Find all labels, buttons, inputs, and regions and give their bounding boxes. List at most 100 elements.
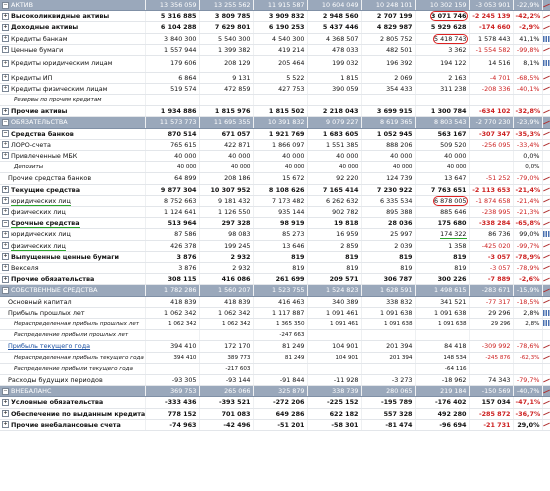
collapse-icon[interactable]: − bbox=[2, 130, 9, 138]
table-row[interactable]: + Векселя 3 876 2 932 819 819 819 819 -3 057 -78,… bbox=[0, 262, 550, 275]
trend-chart-icon[interactable] bbox=[543, 176, 550, 181]
row-icon-cell[interactable] bbox=[542, 161, 550, 174]
expand-icon[interactable]: + bbox=[2, 197, 9, 205]
table-row[interactable]: + Ценные бумаги 1 557 944 1 399 382 419 214 4… bbox=[0, 44, 550, 57]
collapse-icon[interactable]: − bbox=[2, 387, 9, 395]
row-icon-cell[interactable] bbox=[542, 83, 550, 95]
expand-icon[interactable]: + bbox=[2, 46, 9, 54]
row-icon-cell[interactable] bbox=[542, 150, 550, 163]
trend-chart-icon[interactable] bbox=[543, 209, 550, 214]
expand-icon[interactable]: + bbox=[2, 186, 9, 194]
row-icon-cell[interactable] bbox=[542, 195, 550, 207]
table-row[interactable]: + Высоколиквидные активы 5 316 885 3 809 78… bbox=[0, 10, 550, 23]
row-icon-cell[interactable] bbox=[542, 419, 550, 432]
expand-icon[interactable]: + bbox=[2, 208, 9, 216]
bar-chart-icon[interactable] bbox=[542, 35, 549, 42]
expand-icon[interactable]: + bbox=[2, 398, 9, 406]
row-icon-cell[interactable] bbox=[542, 340, 550, 353]
table-row[interactable]: − Средства банков 870 514 671 057 1 921 769 1… bbox=[0, 128, 550, 140]
row-icon-cell[interactable] bbox=[542, 352, 550, 364]
table-row[interactable]: + физических лиц 426 378 199 245 13 646 2 859… bbox=[0, 240, 550, 252]
row-icon-cell[interactable] bbox=[542, 33, 550, 45]
table-row[interactable]: + Кредиты банкам 3 840 300 5 540 300 4 540 3… bbox=[0, 33, 550, 45]
trend-chart-icon[interactable] bbox=[543, 411, 550, 416]
table-row[interactable]: + Условные обязательства -333 436 -393 521 -… bbox=[0, 396, 550, 409]
expand-icon[interactable]: + bbox=[2, 141, 9, 149]
table-row[interactable]: + Доходные активы 6 104 288 7 629 801 6 190 … bbox=[0, 21, 550, 34]
trend-chart-icon[interactable] bbox=[543, 3, 550, 8]
table-row[interactable]: + юридических лиц 8 752 663 9 181 432 7 173 … bbox=[0, 195, 550, 207]
trend-chart-icon[interactable] bbox=[543, 221, 550, 226]
trend-chart-icon[interactable] bbox=[543, 378, 550, 383]
expand-icon[interactable]: + bbox=[2, 242, 9, 250]
section-header-row[interactable]: − ВНЕБАЛАНС 369 753 265 066 325 879 338 739 28… bbox=[0, 385, 550, 398]
row-icon-cell[interactable] bbox=[542, 139, 550, 151]
row-icon-cell[interactable] bbox=[542, 44, 550, 57]
row-icon-cell[interactable] bbox=[542, 296, 550, 308]
row-icon-cell[interactable] bbox=[542, 318, 550, 331]
row-icon-cell[interactable] bbox=[542, 105, 550, 118]
row-icon-cell[interactable] bbox=[542, 116, 550, 129]
row-icon-cell[interactable] bbox=[542, 374, 550, 387]
trend-chart-icon[interactable] bbox=[543, 243, 550, 248]
row-icon-cell[interactable] bbox=[542, 307, 550, 319]
trend-chart-icon[interactable] bbox=[543, 131, 550, 136]
trend-chart-icon[interactable] bbox=[543, 265, 550, 270]
row-icon-cell[interactable] bbox=[542, 273, 550, 286]
trend-chart-icon[interactable] bbox=[543, 142, 550, 147]
table-row[interactable]: + Прочие активы 1 934 886 1 815 976 1 815 50… bbox=[0, 105, 550, 118]
table-row[interactable]: + Прочие обязательства 308 115 416 086 261 6… bbox=[0, 273, 550, 286]
trend-chart-icon[interactable] bbox=[543, 14, 550, 19]
expand-icon[interactable]: + bbox=[2, 59, 9, 67]
table-row[interactable]: + Текущие средства 9 877 304 10 307 952 8 10… bbox=[0, 184, 550, 196]
section-header-row[interactable]: − ОБЯЗАТЕЛЬСТВА 11 573 773 11 695 355 10 391… bbox=[0, 116, 550, 129]
table-row[interactable]: + Кредиты юридическим лицам 179 606 208 129… bbox=[0, 55, 550, 73]
expand-icon[interactable]: + bbox=[2, 12, 9, 20]
trend-chart-icon[interactable] bbox=[543, 400, 550, 405]
row-icon-cell[interactable] bbox=[542, 184, 550, 196]
bar-chart-icon[interactable] bbox=[542, 231, 549, 238]
row-icon-cell[interactable] bbox=[542, 206, 550, 219]
row-icon-cell[interactable] bbox=[542, 240, 550, 252]
trend-chart-icon[interactable] bbox=[543, 299, 550, 304]
bar-chart-icon[interactable] bbox=[542, 309, 549, 316]
expand-icon[interactable]: + bbox=[2, 152, 9, 160]
row-icon-cell[interactable] bbox=[542, 72, 550, 84]
table-row[interactable]: + Привлеченные МБК 40 000 40 000 40 000 40 00… bbox=[0, 150, 550, 163]
table-row[interactable]: + ЛОРО-счета 765 615 422 871 1 866 097 1 551 … bbox=[0, 139, 550, 151]
table-row[interactable]: + Прочие внебалансовые счета -74 963 -42 49… bbox=[0, 419, 550, 432]
row-icon-cell[interactable] bbox=[542, 262, 550, 275]
section-header-row[interactable]: − СОБСТВЕННЫЕ СРЕДСТВА 1 782 286 1 560 207 1… bbox=[0, 284, 550, 297]
trend-chart-icon[interactable] bbox=[543, 75, 550, 80]
trend-chart-icon[interactable] bbox=[543, 422, 550, 427]
row-icon-cell[interactable] bbox=[542, 284, 550, 297]
collapse-icon[interactable]: − bbox=[2, 219, 9, 227]
trend-chart-icon[interactable] bbox=[543, 277, 550, 282]
trend-chart-icon[interactable] bbox=[543, 120, 550, 125]
row-icon-cell[interactable] bbox=[542, 128, 550, 140]
expand-icon[interactable]: + bbox=[2, 421, 9, 429]
expand-icon[interactable]: + bbox=[2, 35, 9, 43]
expand-icon[interactable]: + bbox=[2, 230, 9, 238]
table-row[interactable]: + Выпущенные ценные бумаги 3 876 2 932 819 81… bbox=[0, 251, 550, 263]
table-row[interactable]: + Кредиты ИП 6 864 9 131 5 522 1 815 2 069 2 16… bbox=[0, 72, 550, 84]
row-icon-cell[interactable] bbox=[542, 172, 550, 185]
row-label[interactable]: Прибыль текущего года bbox=[8, 342, 90, 350]
row-icon-cell[interactable] bbox=[542, 385, 550, 398]
collapse-icon[interactable]: − bbox=[2, 118, 9, 126]
table-row[interactable]: + Обеспечение по выданным кредитам 778 152… bbox=[0, 408, 550, 420]
expand-icon[interactable]: + bbox=[2, 253, 9, 261]
expand-icon[interactable]: + bbox=[2, 107, 9, 115]
table-row[interactable]: + физических лиц 1 124 641 1 126 550 935 144… bbox=[0, 206, 550, 219]
row-icon-cell[interactable] bbox=[542, 21, 550, 34]
table-row[interactable]: + Кредиты физическим лицам 519 574 472 859 4… bbox=[0, 83, 550, 95]
bar-chart-icon[interactable] bbox=[542, 60, 549, 67]
expand-icon[interactable]: + bbox=[2, 410, 9, 418]
row-icon-cell[interactable] bbox=[542, 55, 550, 73]
trend-chart-icon[interactable] bbox=[543, 288, 550, 293]
trend-chart-icon[interactable] bbox=[543, 344, 550, 349]
row-icon-cell[interactable] bbox=[542, 396, 550, 409]
table-row[interactable]: − Срочные средства 513 964 297 328 98 919 19 … bbox=[0, 217, 550, 230]
collapse-icon[interactable]: − bbox=[2, 286, 9, 294]
trend-chart-icon[interactable] bbox=[543, 109, 550, 114]
